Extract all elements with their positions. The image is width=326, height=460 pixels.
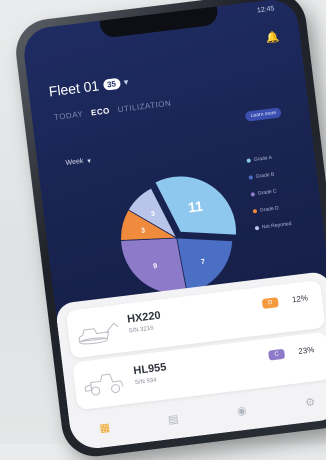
pie-slice-value-label: 7 (201, 259, 206, 266)
excavator-icon (78, 322, 119, 345)
chevron-down-icon: ▾ (87, 157, 92, 166)
period-dropdown[interactable]: Week ▾ (65, 157, 91, 168)
tab-bar: TODAY ECO UTILIZATION (54, 99, 172, 122)
machine-percent: 12% (291, 293, 309, 305)
tab-utilization[interactable]: UTILIZATION (117, 99, 171, 114)
legend-label: Grade D (259, 204, 280, 214)
pie-slice-value-label: 3 (141, 227, 146, 234)
legend-label: Grade A (253, 154, 273, 163)
notification-bell-icon[interactable]: 🔔 (265, 31, 280, 45)
machine-serial: S/N 934 (134, 377, 157, 387)
wheel-loader-icon (84, 373, 124, 396)
legend-swatch (252, 208, 258, 213)
settings-icon[interactable]: ⚙ (302, 395, 318, 411)
machine-percent: 23% (297, 345, 315, 356)
legend-swatch (246, 157, 251, 163)
pie-slice-value-label: 3 (151, 211, 156, 218)
machine-name: HX220 (126, 309, 162, 326)
document-icon[interactable]: ▤ (165, 412, 181, 428)
phone-device: 12:45 🔔 Fleet 01 35 ▾ TODAY ECO UTILIZAT… (12, 0, 326, 460)
tab-today[interactable]: TODAY (54, 110, 84, 123)
learn-more-button[interactable]: Learn more (245, 107, 282, 122)
tab-eco[interactable]: ECO (91, 106, 111, 117)
machine-list-panel: HX220 S/N 3216 D 12% HL955 S/N 934 C 23%… (54, 270, 326, 452)
grade-badge: C (268, 348, 286, 361)
machine-serial: S/N 3216 (128, 325, 154, 335)
legend-label: Not Reported (261, 220, 292, 231)
machine-name: HL955 (132, 361, 168, 378)
legend-swatch (254, 225, 260, 230)
chart-legend: Grade A Grade B Grade C Grade D Not Reported (246, 145, 316, 237)
fleet-selector[interactable]: Fleet 01 35 ▾ (47, 74, 129, 100)
legend-label: Grade C (257, 187, 277, 197)
fleet-count-badge: 35 (102, 77, 121, 91)
chevron-down-icon: ▾ (123, 76, 129, 87)
legend-swatch (248, 174, 254, 180)
period-selected: Week (65, 157, 84, 167)
location-icon[interactable]: ◉ (234, 404, 250, 420)
grade-badge: D (261, 297, 279, 310)
fleet-title: Fleet 01 (47, 77, 101, 100)
legend-label: Grade B (255, 171, 275, 180)
legend-swatch (250, 191, 256, 197)
app-screen: 12:45 🔔 Fleet 01 35 ▾ TODAY ECO UTILIZAT… (21, 0, 326, 452)
pie-slice-value-label: 9 (153, 263, 158, 270)
dashboard-icon[interactable]: ▦ (97, 420, 113, 436)
status-bar-time: 12:45 (256, 5, 275, 15)
pie-slice-value-label: 11 (187, 198, 204, 216)
